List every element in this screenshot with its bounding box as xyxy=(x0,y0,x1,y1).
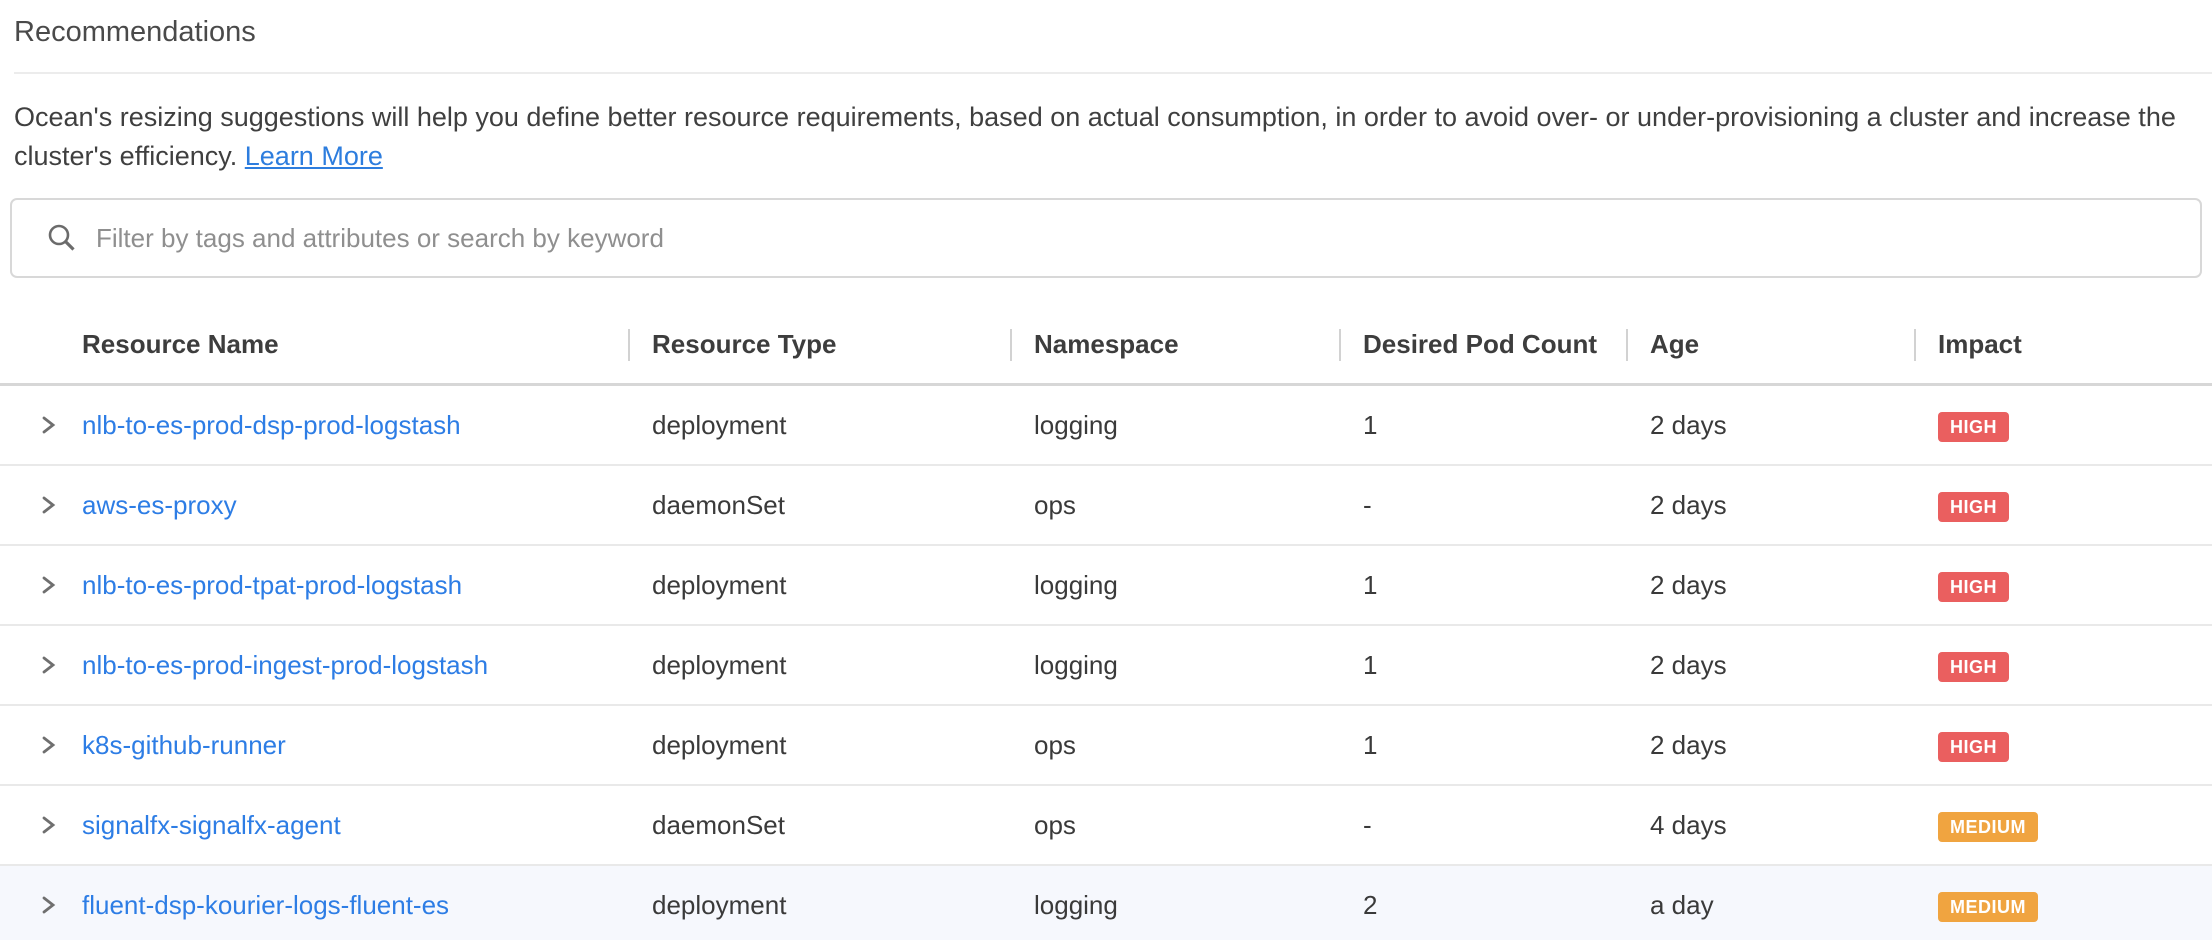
age-cell: 2 days xyxy=(1626,730,1914,761)
chevron-right-icon[interactable] xyxy=(38,735,58,755)
impact-badge: HIGH xyxy=(1938,652,2009,682)
chevron-right-icon[interactable] xyxy=(38,895,58,915)
resource-name-link[interactable]: k8s-github-runner xyxy=(82,730,286,761)
table-row: nlb-to-es-prod-tpat-prod-logstash deploy… xyxy=(0,546,2212,626)
resource-name-link[interactable]: aws-es-proxy xyxy=(82,490,237,521)
recommendations-table: Resource Name Resource Type Namespace De… xyxy=(0,306,2212,940)
table-header-row: Resource Name Resource Type Namespace De… xyxy=(0,306,2212,386)
desired-pod-count-cell: - xyxy=(1339,490,1626,521)
age-cell: 4 days xyxy=(1626,810,1914,841)
resource-name-link[interactable]: signalfx-signalfx-agent xyxy=(82,810,341,841)
resource-type-cell: deployment xyxy=(628,730,1010,761)
resource-name-link[interactable]: nlb-to-es-prod-dsp-prod-logstash xyxy=(82,410,461,441)
table-row: nlb-to-es-prod-dsp-prod-logstash deploym… xyxy=(0,386,2212,466)
namespace-cell: logging xyxy=(1010,570,1339,601)
desired-pod-count-cell: 1 xyxy=(1339,650,1626,681)
age-cell: 2 days xyxy=(1626,490,1914,521)
resource-name-link[interactable]: nlb-to-es-prod-ingest-prod-logstash xyxy=(82,650,488,681)
desired-pod-count-cell: 1 xyxy=(1339,730,1626,761)
namespace-cell: ops xyxy=(1010,490,1339,521)
resource-name-cell: k8s-github-runner xyxy=(0,730,628,761)
filter-search-box[interactable] xyxy=(10,198,2202,278)
resource-type-cell: daemonSet xyxy=(628,490,1010,521)
chevron-right-icon[interactable] xyxy=(38,655,58,675)
desired-pod-count-cell: - xyxy=(1339,810,1626,841)
learn-more-link[interactable]: Learn More xyxy=(245,141,383,171)
resource-name-cell: aws-es-proxy xyxy=(0,490,628,521)
resource-type-cell: deployment xyxy=(628,650,1010,681)
desired-pod-count-cell: 1 xyxy=(1339,570,1626,601)
column-header-resource-type: Resource Type xyxy=(628,306,1010,383)
resource-type-cell: deployment xyxy=(628,410,1010,441)
table-row: k8s-github-runner deployment ops 1 2 day… xyxy=(0,706,2212,786)
column-header-desired-pod-count: Desired Pod Count xyxy=(1339,306,1626,383)
impact-badge: HIGH xyxy=(1938,572,2009,602)
resource-type-cell: deployment xyxy=(628,890,1010,921)
search-icon xyxy=(46,222,78,254)
namespace-cell: logging xyxy=(1010,890,1339,921)
resource-name-cell: fluent-dsp-kourier-logs-fluent-es xyxy=(0,890,628,921)
table-row: aws-es-proxy daemonSet ops - 2 days HIGH xyxy=(0,466,2212,546)
resource-name-link[interactable]: fluent-dsp-kourier-logs-fluent-es xyxy=(82,890,449,921)
resource-type-cell: deployment xyxy=(628,570,1010,601)
impact-badge: HIGH xyxy=(1938,492,2009,522)
table-row: nlb-to-es-prod-ingest-prod-logstash depl… xyxy=(0,626,2212,706)
age-cell: 2 days xyxy=(1626,410,1914,441)
impact-badge: HIGH xyxy=(1938,732,2009,762)
namespace-cell: ops xyxy=(1010,730,1339,761)
desired-pod-count-cell: 1 xyxy=(1339,410,1626,441)
namespace-cell: ops xyxy=(1010,810,1339,841)
table-row: fluent-dsp-kourier-logs-fluent-es deploy… xyxy=(0,866,2212,940)
resource-name-cell: nlb-to-es-prod-ingest-prod-logstash xyxy=(0,650,628,681)
impact-badge: HIGH xyxy=(1938,412,2009,442)
chevron-right-icon[interactable] xyxy=(38,575,58,595)
chevron-right-icon[interactable] xyxy=(38,815,58,835)
chevron-right-icon[interactable] xyxy=(38,415,58,435)
resource-name-cell: nlb-to-es-prod-tpat-prod-logstash xyxy=(0,570,628,601)
age-cell: 2 days xyxy=(1626,650,1914,681)
impact-badge: MEDIUM xyxy=(1938,812,2038,842)
age-cell: a day xyxy=(1626,890,1914,921)
column-header-resource-name: Resource Name xyxy=(0,306,628,383)
page-title: Recommendations xyxy=(0,0,2212,49)
namespace-cell: logging xyxy=(1010,410,1339,441)
chevron-right-icon[interactable] xyxy=(38,495,58,515)
resource-name-link[interactable]: nlb-to-es-prod-tpat-prod-logstash xyxy=(82,570,462,601)
column-header-age: Age xyxy=(1626,306,1914,383)
page-description: Ocean's resizing suggestions will help y… xyxy=(0,74,2212,176)
desired-pod-count-cell: 2 xyxy=(1339,890,1626,921)
column-header-namespace: Namespace xyxy=(1010,306,1339,383)
age-cell: 2 days xyxy=(1626,570,1914,601)
column-header-impact: Impact xyxy=(1914,306,2212,383)
table-row: signalfx-signalfx-agent daemonSet ops - … xyxy=(0,786,2212,866)
impact-badge: MEDIUM xyxy=(1938,892,2038,922)
search-input[interactable] xyxy=(96,200,2200,276)
resource-name-cell: nlb-to-es-prod-dsp-prod-logstash xyxy=(0,410,628,441)
resource-type-cell: daemonSet xyxy=(628,810,1010,841)
resource-name-cell: signalfx-signalfx-agent xyxy=(0,810,628,841)
namespace-cell: logging xyxy=(1010,650,1339,681)
